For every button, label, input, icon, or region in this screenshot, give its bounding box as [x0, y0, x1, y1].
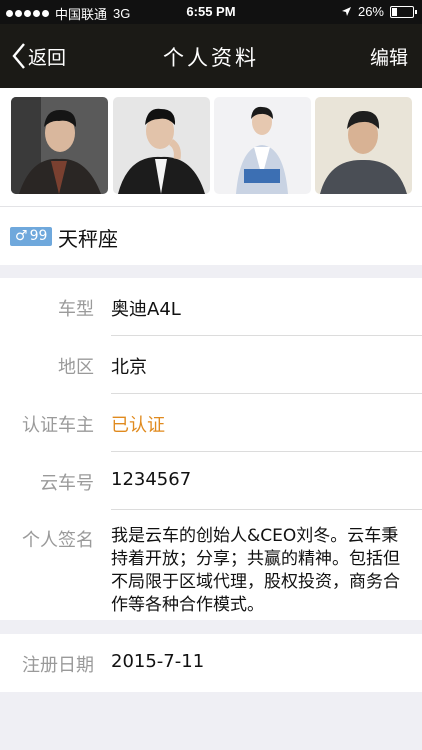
edit-button[interactable]: 编辑	[370, 43, 408, 70]
yunche-id-row: 云车号 1234567	[0, 452, 422, 510]
battery-percent: 26%	[357, 4, 384, 19]
profile-photo-2[interactable]	[113, 97, 210, 194]
registration-date: 2015-7-11	[111, 651, 205, 672]
registration-row: 注册日期 2015-7-11	[0, 634, 422, 692]
nav-bar: 返回 个人资料 编辑	[0, 24, 422, 88]
verified-status: 已认证	[111, 415, 165, 436]
profile-photo-1[interactable]	[11, 97, 108, 194]
car-model-value: 奥迪A4L	[111, 299, 181, 320]
yunche-id-label: 云车号	[40, 473, 94, 494]
profile-photo-3[interactable]	[214, 97, 311, 194]
registration-label: 注册日期	[22, 655, 94, 676]
region-label: 地区	[58, 357, 94, 378]
gender-zodiac-row: ♂ 99 天秤座	[0, 206, 422, 265]
region-value: 北京	[111, 357, 147, 378]
age-value: 99	[29, 228, 48, 244]
photo-strip	[0, 88, 422, 206]
verified-owner-label: 认证车主	[22, 415, 94, 436]
gender-age-badge: ♂ 99	[10, 227, 53, 246]
car-model-label: 车型	[58, 299, 94, 320]
region-row: 地区 北京	[0, 336, 422, 394]
signature-text: 我是云车的创始人&CEO刘冬。云车秉持着开放；分享；共赢的精神。包括但不局限于区…	[111, 526, 400, 615]
male-icon: ♂	[15, 228, 28, 244]
signature-label: 个人签名	[22, 530, 94, 551]
profile-photo-4[interactable]	[315, 97, 412, 194]
battery-level-fill	[392, 7, 397, 16]
yunche-id-value: 1234567	[111, 469, 192, 490]
signature-row: 个人签名 我是云车的创始人&CEO刘冬。云车秉持着开放；分享；共赢的精神。包括但…	[0, 510, 422, 620]
car-model-row: 车型 奥迪A4L	[0, 278, 422, 336]
profile-info-list: 车型 奥迪A4L 地区 北京 认证车主 已认证 云车号 1234567 个人签名…	[0, 278, 422, 620]
page-title: 个人资料	[163, 46, 259, 70]
location-arrow-icon	[341, 7, 351, 16]
status-right: 26%	[341, 4, 417, 19]
zodiac-label: 天秤座	[58, 227, 118, 251]
verified-owner-row: 认证车主 已认证	[0, 394, 422, 452]
battery-icon	[390, 5, 417, 18]
status-bar: 中国联通 3G 6:55 PM 26%	[0, 0, 422, 24]
